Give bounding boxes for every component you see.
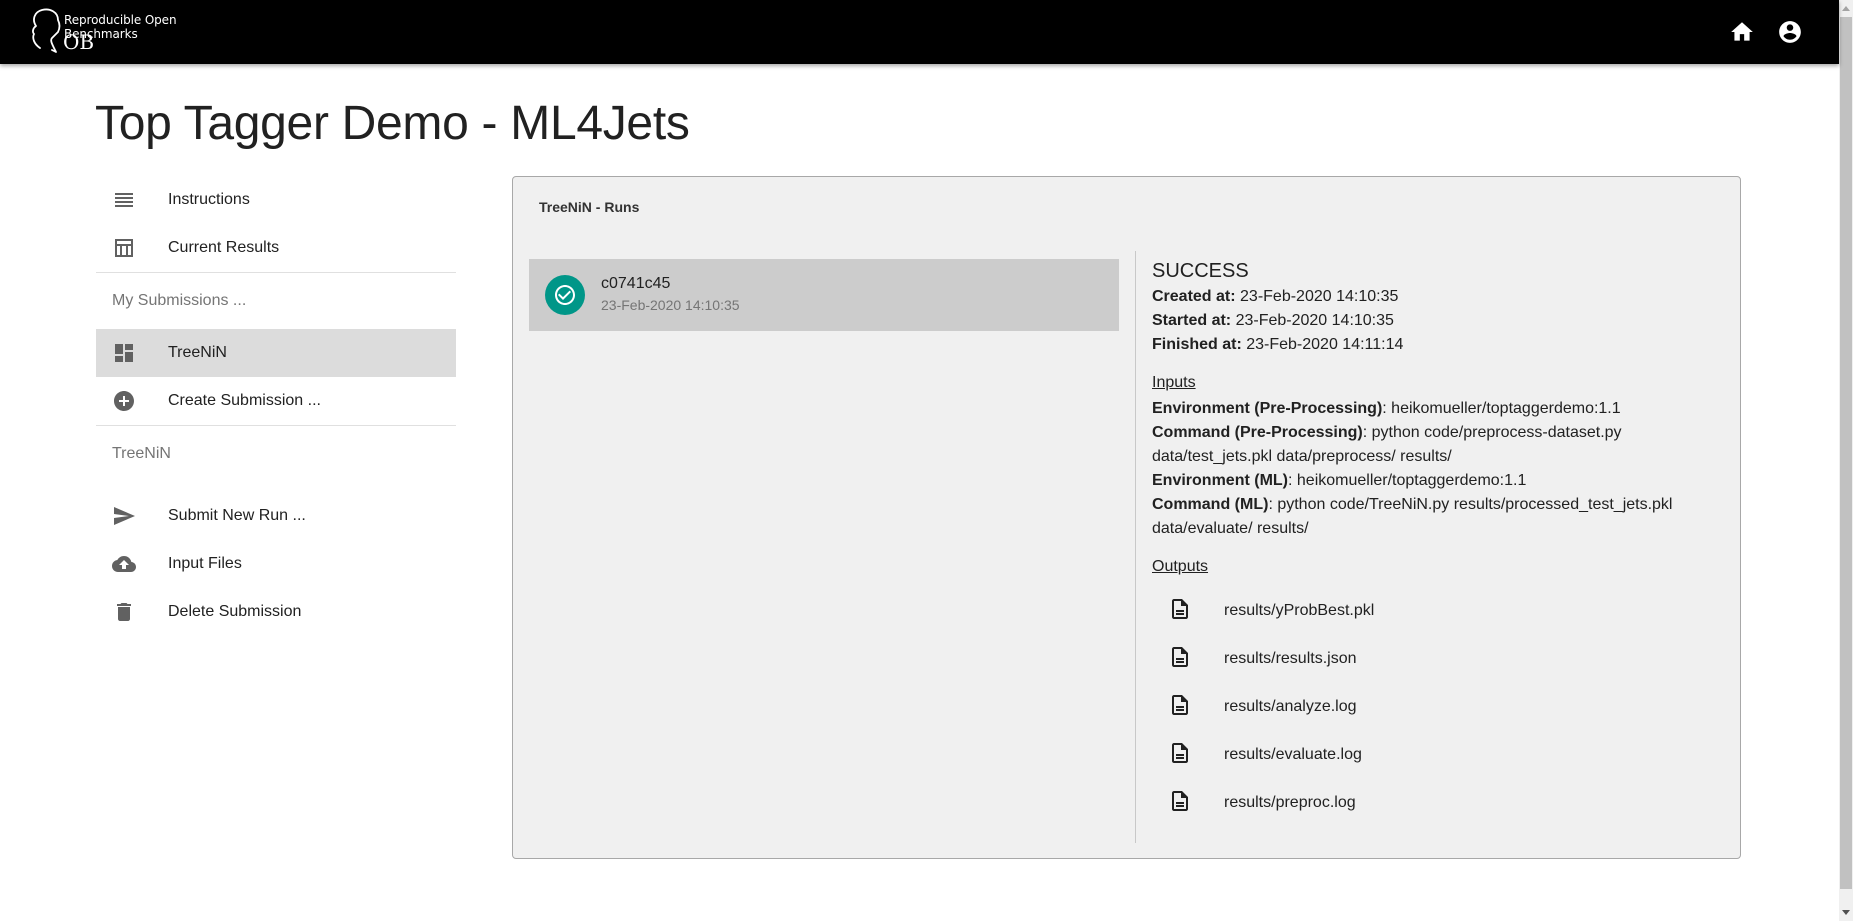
sidebar-item-label: Create Submission ... [168, 392, 321, 409]
input-label: Command (ML) [1152, 496, 1269, 513]
scroll-down-arrow-icon[interactable] [1842, 910, 1850, 915]
output-file-item[interactable]: results/results.json [1152, 635, 1712, 683]
output-file-name: results/results.json [1224, 650, 1357, 667]
check-circle-icon [555, 285, 575, 305]
sidebar-item-submit-new-run[interactable]: Submit New Run ... [96, 492, 456, 540]
page-title: Top Tagger Demo - ML4Jets [95, 97, 690, 150]
sidebar-item-treenin[interactable]: TreeNiN [96, 329, 456, 377]
finished-label: Finished at: [1152, 336, 1242, 353]
scroll-up-arrow-icon[interactable] [1842, 6, 1850, 11]
output-file-item[interactable]: results/evaluate.log [1152, 731, 1712, 779]
account-circle-icon [1779, 21, 1801, 43]
sidebar-item-label: Delete Submission [168, 603, 302, 620]
run-id: c0741c45 [601, 275, 671, 292]
output-file-name: results/yProbBest.pkl [1224, 602, 1375, 619]
home-icon [1731, 22, 1753, 41]
input-label: Environment (ML) [1152, 472, 1288, 489]
run-date: 23-Feb-2020 14:10:35 [601, 297, 740, 313]
output-file-item[interactable]: results/yProbBest.pkl [1152, 587, 1712, 635]
output-file-name: results/analyze.log [1224, 698, 1357, 715]
vertical-divider [1135, 251, 1136, 843]
file-icon [1172, 791, 1188, 811]
run-status: SUCCESS [1152, 260, 1249, 282]
input-cmd-preprocessing: Command (Pre-Processing): python code/pr… [1152, 424, 1622, 465]
started-at: Started at: 23-Feb-2020 14:10:35 [1152, 309, 1712, 333]
file-icon [1172, 647, 1188, 667]
table-icon [115, 239, 133, 257]
sidebar-item-label: TreeNiN [168, 344, 227, 361]
created-value: 23-Feb-2020 14:10:35 [1240, 288, 1399, 305]
file-icon [1172, 599, 1188, 619]
run-list-item[interactable]: c0741c45 23-Feb-2020 14:10:35 [529, 259, 1119, 331]
output-file-item[interactable]: results/analyze.log [1152, 683, 1712, 731]
my-submissions-header: My Submissions ... [112, 292, 247, 309]
file-icon [1172, 743, 1188, 763]
output-file-name: results/preproc.log [1224, 794, 1356, 811]
run-details: SUCCESS Created at: 23-Feb-2020 14:10:35… [1152, 257, 1712, 827]
list-lines-icon [115, 193, 133, 207]
finished-at: Finished at: 23-Feb-2020 14:11:14 [1152, 333, 1712, 357]
submission-header: TreeNiN [112, 445, 171, 462]
output-file-name: results/evaluate.log [1224, 746, 1362, 763]
input-env-preprocessing: Environment (Pre-Processing): heikomuell… [1152, 400, 1621, 417]
add-circle-icon [114, 391, 134, 411]
sidebar-item-label: Current Results [168, 239, 280, 256]
finished-value: 23-Feb-2020 14:11:14 [1246, 336, 1404, 353]
scroll-thumb[interactable] [1840, 17, 1852, 889]
app-bar: Reproducible Open Benchmarks OB [0, 0, 1839, 64]
input-env-ml: Environment (ML): heikomueller/toptagger… [1152, 472, 1527, 489]
sidebar-item-input-files[interactable]: Input Files [96, 540, 456, 588]
dashboard-icon [115, 344, 133, 362]
page-scrollbar[interactable] [1839, 0, 1853, 921]
input-label: Environment (Pre-Processing) [1152, 400, 1383, 417]
sidebar-item-label: Submit New Run ... [168, 507, 306, 524]
sidebar-item-instructions[interactable]: Instructions [96, 176, 456, 224]
panel-title: TreeNiN - Runs [539, 199, 640, 215]
sidebar-nav: Instructions Current Results My Submissi… [96, 176, 456, 636]
account-button[interactable] [1777, 19, 1803, 45]
sidebar-item-delete-submission[interactable]: Delete Submission [96, 588, 456, 636]
run-list: c0741c45 23-Feb-2020 14:10:35 [529, 259, 1119, 331]
output-file-item[interactable]: results/preproc.log [1152, 779, 1712, 827]
input-value: heikomueller/toptaggerdemo:1.1 [1391, 400, 1621, 417]
started-label: Started at: [1152, 312, 1232, 329]
sidebar-item-current-results[interactable]: Current Results [96, 224, 456, 272]
sidebar-item-create-submission[interactable]: Create Submission ... [96, 377, 456, 425]
send-icon [114, 507, 135, 525]
input-cmd-ml: Command (ML): python code/TreeNiN.py res… [1152, 496, 1673, 537]
trash-icon [117, 603, 131, 621]
inputs-title: Inputs [1152, 374, 1196, 391]
logo-mark: OB [63, 30, 95, 54]
head-silhouette-icon [32, 8, 61, 53]
sidebar-item-label: Input Files [168, 555, 242, 572]
outputs-list: results/yProbBest.pkl results/results.js… [1152, 587, 1712, 827]
logo[interactable]: Reproducible Open Benchmarks OB [30, 6, 230, 56]
input-label: Command (Pre-Processing) [1152, 424, 1363, 441]
created-label: Created at: [1152, 288, 1236, 305]
started-value: 23-Feb-2020 14:10:35 [1235, 312, 1394, 329]
runs-panel: TreeNiN - Runs c0741c45 23-Feb-2020 14:1… [512, 176, 1741, 859]
home-button[interactable] [1729, 19, 1755, 45]
run-status-avatar [545, 275, 585, 315]
created-at: Created at: 23-Feb-2020 14:10:35 [1152, 285, 1712, 309]
file-icon [1172, 695, 1188, 715]
input-value: heikomueller/toptaggerdemo:1.1 [1296, 472, 1527, 489]
outputs-title: Outputs [1152, 558, 1209, 575]
cloud-upload-icon [112, 556, 136, 572]
sidebar-item-label: Instructions [168, 191, 250, 208]
